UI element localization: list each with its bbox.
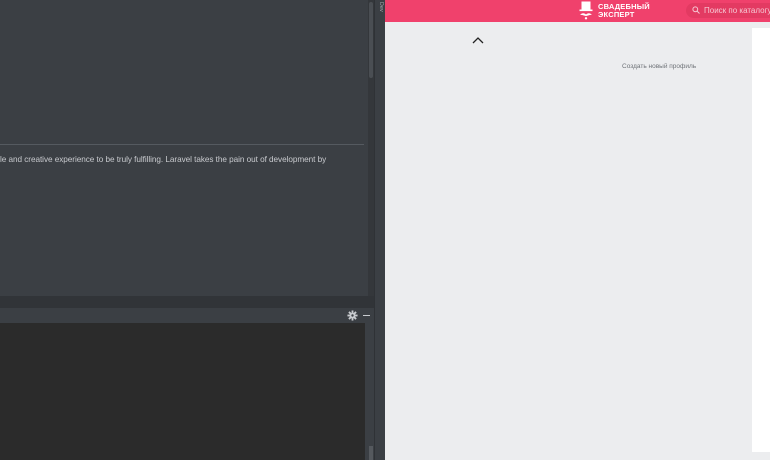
bottom-panel-header [0,308,374,323]
create-profile-link[interactable]: Создать новый профиль [622,63,696,70]
gear-icon[interactable] [347,310,358,321]
search-icon [692,6,700,14]
catalog-search[interactable] [686,3,770,18]
chevron-up-icon[interactable] [471,35,485,45]
web-page: СВАДЕБНЫЙ ЭКСПЕРТ Создать новый профиль [385,0,770,460]
content-panel [752,28,770,452]
editor-horizontal-scrollbar[interactable] [0,296,374,308]
code-editor[interactable] [0,0,374,308]
panel-scrollbar[interactable] [365,323,374,460]
bottom-panel-body[interactable] [0,323,365,460]
editor-text-line: le and creative experience to be truly f… [0,155,327,164]
search-input[interactable] [704,3,770,18]
editor-divider [0,144,364,145]
side-strip-label: Dev [378,2,384,12]
logo-text-line2[interactable]: ЭКСПЕРТ [598,10,635,19]
mustache-hat-icon[interactable] [579,1,593,20]
panel-scroll-thumb[interactable] [369,446,373,460]
editor-scroll-thumb[interactable] [369,2,373,78]
site-header: СВАДЕБНЫЙ ЭКСПЕРТ [385,0,770,22]
minus-icon[interactable] [363,315,370,316]
